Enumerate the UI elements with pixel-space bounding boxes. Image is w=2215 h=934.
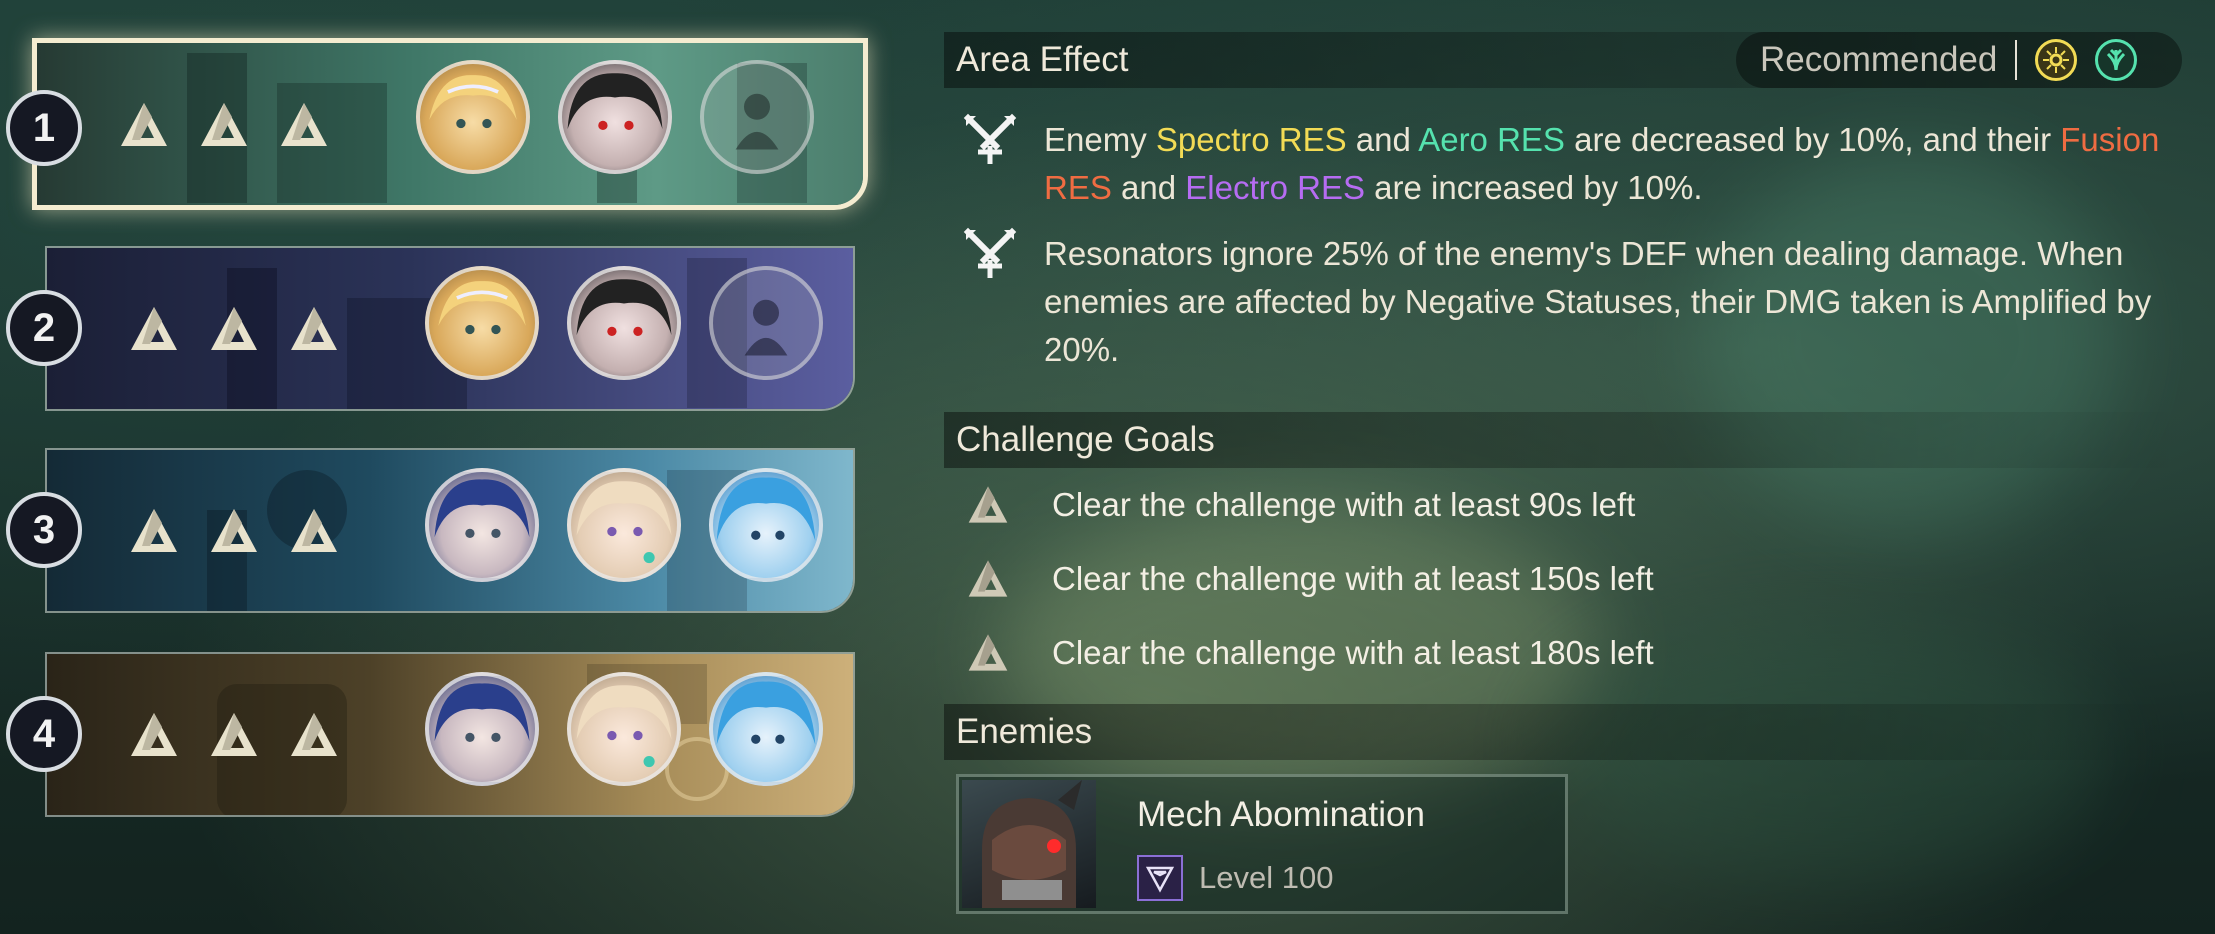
stage-card-3[interactable]: 3 (0, 448, 880, 618)
area-effect-text: Enemy Spectro RES and Aero RES are decre… (1044, 116, 2164, 212)
star-earned-icon (211, 509, 257, 552)
star-earned-icon (281, 103, 327, 146)
crossed-swords-icon (963, 113, 1017, 164)
star-goal-icon (968, 634, 1008, 671)
electro-res-keyword: Electro RES (1185, 169, 1365, 206)
recommended-label: Recommended (1760, 40, 1998, 79)
area-effect-item: Enemy Spectro RES and Aero RES are decre… (962, 113, 2164, 212)
team-portraits (416, 60, 814, 174)
star-earned-icon (291, 307, 337, 350)
star-earned-icon (131, 713, 177, 756)
divider (2015, 40, 2018, 80)
stage-card-1[interactable]: 1 (0, 38, 880, 216)
team-portraits (425, 672, 823, 786)
stage-stars (118, 100, 330, 150)
star-earned-icon (131, 307, 177, 350)
stage-card-2[interactable]: 2 (0, 246, 880, 416)
empty-slot-icon[interactable] (709, 266, 823, 380)
enemy-portrait (962, 780, 1096, 908)
enemy-card[interactable]: Mech Abomination Level 100 (956, 774, 1568, 914)
stage-stars (128, 506, 340, 556)
stage-stars (128, 304, 340, 354)
cream-hair-resonator-portrait[interactable] (567, 468, 681, 582)
cream-hair-resonator-portrait[interactable] (567, 672, 681, 786)
enemy-level: Level 100 (1199, 860, 1334, 895)
team-portraits (425, 266, 823, 380)
effect-text: and (1346, 121, 1419, 158)
empty-slot-icon[interactable] (700, 60, 814, 174)
blonde-resonator-portrait[interactable] (425, 266, 539, 380)
effect-text: are increased by 10%. (1365, 169, 1703, 206)
team-portraits (425, 468, 823, 582)
black-hair-resonator-portrait[interactable] (558, 60, 672, 174)
spectro-element-icon[interactable] (2035, 39, 2078, 81)
blue-hair-resonator-portrait[interactable] (425, 468, 539, 582)
star-earned-icon (131, 509, 177, 552)
recommended-elements[interactable]: Recommended (1736, 32, 2182, 88)
star-goal-icon (968, 486, 1008, 523)
area-effect-title: Area Effect (956, 40, 1129, 79)
enemies-header: Enemies (944, 704, 2184, 760)
star-earned-icon (211, 307, 257, 350)
enemies-title: Enemies (956, 712, 1093, 751)
star-earned-icon (211, 713, 257, 756)
challenge-goal-item: Clear the challenge with at least 90s le… (966, 484, 1635, 526)
spectro-res-keyword: Spectro RES (1155, 121, 1347, 158)
enemy-level-row: Level 100 (1137, 855, 1333, 901)
stage-stars (128, 710, 340, 760)
light-blue-hair-resonator-portrait[interactable] (709, 672, 823, 786)
challenge-goal-text: Clear the challenge with at least 180s l… (1052, 634, 1654, 671)
challenge-goal-text: Clear the challenge with at least 150s l… (1052, 560, 1654, 597)
stage-card-4[interactable]: 4 (0, 652, 880, 822)
effect-text: and (1111, 169, 1186, 206)
aero-element-icon[interactable] (2095, 39, 2138, 81)
stage-number: 2 (6, 290, 82, 366)
blonde-resonator-portrait[interactable] (416, 60, 530, 174)
aero-res-keyword: Aero RES (1418, 121, 1565, 158)
challenge-goal-item: Clear the challenge with at least 180s l… (966, 632, 1654, 674)
light-blue-hair-resonator-portrait[interactable] (709, 468, 823, 582)
black-hair-resonator-portrait[interactable] (567, 266, 681, 380)
star-earned-icon (291, 509, 337, 552)
star-goal-icon (968, 560, 1008, 597)
stage-number: 3 (6, 492, 82, 568)
effect-text: are decreased by 10%, and their (1564, 121, 2061, 158)
stage-number: 1 (6, 90, 82, 166)
blue-hair-resonator-portrait[interactable] (425, 672, 539, 786)
challenge-goal-item: Clear the challenge with at least 150s l… (966, 558, 1654, 600)
enemy-name: Mech Abomination (1137, 795, 1425, 834)
star-earned-icon (201, 103, 247, 146)
star-earned-icon (291, 713, 337, 756)
challenge-goals-title: Challenge Goals (956, 420, 1215, 459)
challenge-goal-text: Clear the challenge with at least 90s le… (1052, 486, 1636, 523)
effect-text: Enemy (1044, 121, 1156, 158)
area-effect-text: Resonators ignore 25% of the enemy's DEF… (1044, 235, 2152, 368)
stage-number: 4 (6, 696, 82, 772)
star-earned-icon (121, 103, 167, 146)
enemy-class-icon (1137, 855, 1183, 901)
challenge-goals-header: Challenge Goals (944, 412, 2184, 468)
crossed-swords-icon (963, 227, 1017, 278)
area-effect-item: Resonators ignore 25% of the enemy's DEF… (962, 227, 2164, 374)
